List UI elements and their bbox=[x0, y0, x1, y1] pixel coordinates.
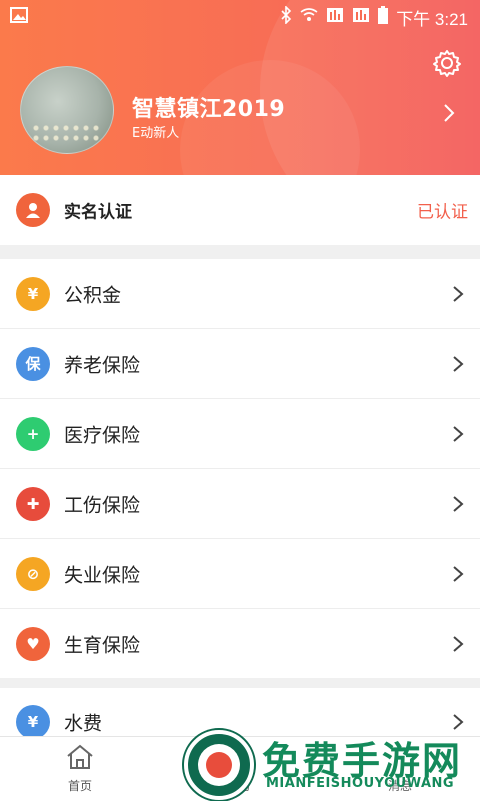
pension-insurance-icon: 保 bbox=[16, 346, 50, 381]
menu-item-medical[interactable]: + 医疗保险 bbox=[0, 399, 480, 469]
water-bill-icon: ¥ bbox=[16, 705, 50, 736]
profile-name[interactable]: 智慧镇江2019 bbox=[132, 91, 285, 123]
chevron-right-icon bbox=[452, 495, 464, 513]
home-icon bbox=[65, 744, 95, 775]
menu-item-maternity[interactable]: ♥ 生育保险 bbox=[0, 609, 480, 678]
chevron-right-icon bbox=[452, 355, 464, 373]
work-injury-insurance-icon: ✚ bbox=[16, 486, 50, 521]
chevron-right-icon bbox=[452, 635, 464, 653]
unemployment-insurance-icon: ⊘ bbox=[16, 556, 50, 591]
image-notification-icon bbox=[10, 7, 28, 28]
user-icon bbox=[16, 193, 50, 227]
real-name-card: 实名认证 已认证 bbox=[0, 175, 480, 245]
signal-icon bbox=[352, 6, 370, 29]
real-name-label: 实名认证 bbox=[64, 202, 132, 223]
status-bar: 下午 3:21 bbox=[0, 0, 480, 32]
menu-item-label: 公积金 bbox=[64, 284, 122, 306]
menu-item-label: 失业保险 bbox=[64, 564, 141, 586]
maternity-insurance-icon: ♥ bbox=[16, 626, 50, 661]
menu-item-label: 水费 bbox=[64, 712, 103, 735]
nav-home[interactable]: 首页 bbox=[58, 743, 102, 794]
nav-home-label: 首页 bbox=[67, 779, 92, 793]
profile-header: 下午 3:21 智慧镇江2019 E动新人 bbox=[0, 0, 480, 175]
avatar[interactable] bbox=[20, 66, 114, 154]
profile-subtitle: E动新人 bbox=[132, 126, 180, 141]
menu-item-label: 工伤保险 bbox=[64, 494, 141, 516]
housing-fund-icon: ¥ bbox=[16, 276, 50, 311]
menu-item-label: 医疗保险 bbox=[64, 424, 141, 446]
menu-item-work-injury[interactable]: ✚ 工伤保险 bbox=[0, 469, 480, 539]
chevron-right-icon bbox=[452, 425, 464, 443]
chevron-right-icon bbox=[452, 565, 464, 583]
battery-icon bbox=[378, 6, 389, 29]
real-name-status: 已认证 bbox=[417, 202, 468, 223]
menu-item-pension[interactable]: 保 养老保险 bbox=[0, 329, 480, 399]
insurance-card: ¥ 公积金 保 养老保险 + 医疗保险 ✚ 工伤保险 ⊘ 失业保险 ♥ 生育保险 bbox=[0, 259, 480, 678]
watermark-logo bbox=[184, 730, 254, 800]
watermark: 免费手游网 MIANFEISHOUYOUWANG bbox=[180, 724, 480, 800]
settings-gear-icon[interactable] bbox=[432, 48, 462, 78]
status-time: 下午 3:21 bbox=[396, 10, 468, 29]
menu-item-unemployment[interactable]: ⊘ 失业保险 bbox=[0, 539, 480, 609]
menu-item-label: 生育保险 bbox=[64, 634, 141, 656]
bluetooth-icon bbox=[280, 5, 292, 29]
chevron-right-icon bbox=[452, 285, 464, 303]
menu-item-label: 养老保险 bbox=[64, 354, 141, 376]
watermark-subtitle: MIANFEISHOUYOUWANG bbox=[266, 776, 455, 791]
chevron-right-icon[interactable] bbox=[442, 103, 456, 123]
medical-insurance-icon: + bbox=[16, 416, 50, 451]
wifi-icon bbox=[300, 7, 318, 28]
menu-item-housing-fund[interactable]: ¥ 公积金 bbox=[0, 259, 480, 329]
signal-icon bbox=[326, 6, 344, 29]
real-name-row[interactable]: 实名认证 已认证 bbox=[0, 175, 480, 245]
